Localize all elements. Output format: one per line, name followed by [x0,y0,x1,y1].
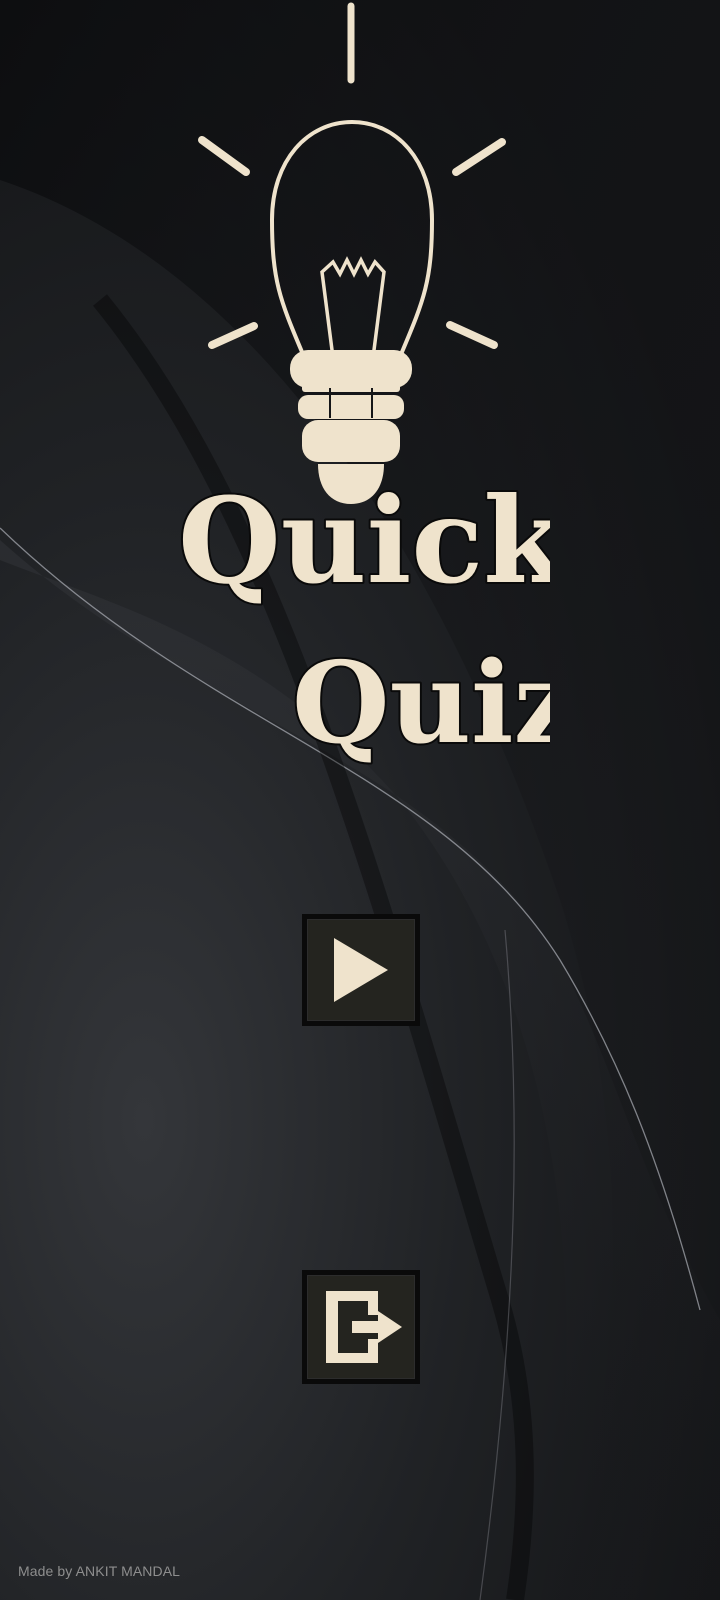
exit-icon [326,1291,402,1363]
play-button[interactable] [302,914,420,1026]
title-logo: Quick Quiz [176,470,550,770]
title-line2-glyphs: Quiz [292,638,550,769]
home-screen: Quick Quiz Quick Quiz Made by ANKIT MAND… [0,0,720,1600]
play-icon [334,938,388,1002]
lightbulb-icon [198,2,506,504]
title-line1-glyphs: Quick [178,471,550,610]
exit-button[interactable] [302,1270,420,1384]
credit-text: Made by ANKIT MANDAL [18,1563,181,1579]
